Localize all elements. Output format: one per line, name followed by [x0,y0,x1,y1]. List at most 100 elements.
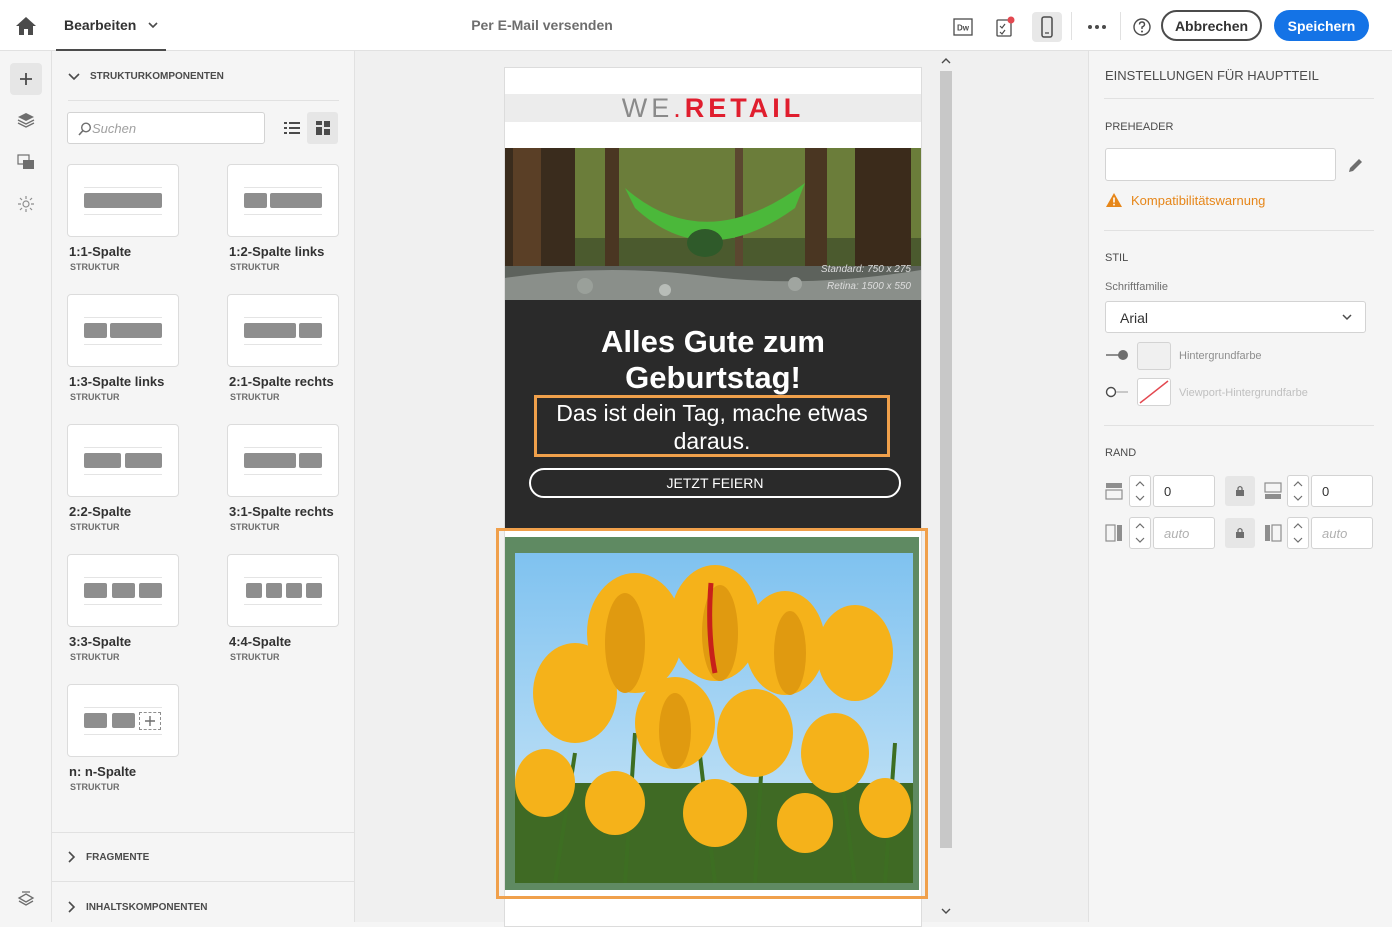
email-preview: WE.RETAIL Standard: 750 x 275 Retina: 15… [496,67,928,927]
layers-icon[interactable] [10,104,42,136]
canvas-scrollbar[interactable] [938,55,952,918]
structure-section-header[interactable]: STRUKTURKOMPONENTEN [68,71,224,82]
preheader-input[interactable] [1105,148,1336,181]
scroll-down-icon[interactable] [941,907,951,915]
margin-right-value[interactable]: auto [1311,517,1373,549]
fragments-section-header[interactable]: FRAGMENTE [68,851,149,863]
no-color-icon [1139,380,1169,404]
cancel-button[interactable]: Abbrechen [1161,10,1262,41]
column-block [246,583,262,598]
personalization-icon[interactable] [10,188,42,220]
scroll-thumb[interactable] [940,71,952,848]
chevron-right-icon [68,901,76,913]
column-block [244,323,296,338]
column-block [110,323,162,338]
save-button[interactable]: Speichern [1274,10,1369,41]
column-block [299,323,322,338]
hero-retina-note: Retina: 1500 x 550 [827,281,911,292]
help-icon[interactable] [1127,12,1157,42]
cta-button[interactable]: JETZT FEIERN [529,468,901,498]
search-placeholder: Suchen [92,121,137,136]
margin-left-stepper[interactable] [1129,517,1151,549]
divider [1104,230,1374,231]
column-block [112,583,135,598]
structure-card-1-3-left[interactable] [67,294,179,367]
margin-left-value[interactable]: auto [1153,517,1215,549]
bg-color-swatch[interactable] [1137,342,1171,370]
viewport-bg-toggle[interactable] [1105,386,1129,398]
logo-retail: RETAIL [684,93,805,123]
more-icon[interactable] [1082,12,1112,42]
structure-card-2-1-right[interactable] [227,294,339,367]
logo-dot: . [673,93,685,123]
column-block [266,583,282,598]
warning-text: Kompatibilitätswarnung [1131,192,1266,208]
layers-stack-icon[interactable] [10,884,42,916]
margin-bottom-stepper[interactable] [1287,475,1309,507]
search-icon [78,122,92,136]
preheader-label: PREHEADER [1105,121,1174,133]
margin-bottom-value[interactable]: 0 [1311,475,1373,507]
structure-card-3-3[interactable] [67,554,179,627]
scroll-up-icon[interactable] [941,57,951,65]
bg-color-toggle[interactable] [1105,349,1129,361]
structure-card-1-1[interactable] [67,164,179,237]
divider [1104,98,1374,99]
dreamweaver-icon[interactable]: Dw [948,12,978,42]
edit-pencil-icon[interactable] [1347,156,1365,174]
structure-card-1-2-left[interactable] [227,164,339,237]
chevron-right-icon [68,851,76,863]
add-column-icon [139,712,161,730]
card-subtitle: STRUKTUR [230,262,280,272]
stepper-arrows-icon [1135,481,1145,501]
subline-selected[interactable]: Das ist dein Tag, mache etwas daraus. [534,395,890,457]
mobile-preview-icon[interactable] [1032,12,1062,42]
toolbar-divider [1071,12,1072,40]
bg-color-label: Hintergrundfarbe [1179,350,1262,362]
headline[interactable]: Alles Gute zum Geburtstag! [525,324,901,396]
forest-hammock-image [505,148,921,300]
search-input[interactable]: Suchen [67,112,265,144]
top-bar: Bearbeiten Per E-Mail versenden Dw Abbre… [0,0,1392,51]
column-block [84,583,107,598]
brand-logo[interactable]: WE.RETAIL [505,94,921,122]
margin-top-value[interactable]: 0 [1153,475,1215,507]
compatibility-warning[interactable]: Kompatibilitätswarnung [1105,192,1265,208]
margin-right-stepper[interactable] [1287,517,1309,549]
lock-icon[interactable] [1225,518,1255,548]
grid-view-icon[interactable] [307,112,338,144]
warning-icon [1106,193,1122,207]
column-block [84,193,162,208]
settings-panel: EINSTELLUNGEN FÜR HAUPTTEIL PREHEADER Ko… [1088,51,1392,922]
hero-image[interactable]: Standard: 750 x 275 Retina: 1500 x 550 [505,148,921,300]
font-family-value: Arial [1120,310,1149,326]
assets-icon[interactable] [10,146,42,178]
structure-card-4-4[interactable] [227,554,339,627]
list-view-icon[interactable] [276,112,307,144]
text-block[interactable]: Alles Gute zum Geburtstag! Das ist dein … [505,300,921,530]
structure-card-n-n[interactable] [67,684,179,757]
style-label: STIL [1105,252,1129,264]
column-block [84,713,107,728]
page-title: Per E-Mail versenden [471,17,613,33]
chevron-down-icon [68,72,80,80]
column-block [244,453,296,468]
card-subtitle: STRUKTUR [70,522,120,532]
viewport-bg-swatch[interactable] [1137,378,1171,406]
checklist-icon[interactable] [990,12,1020,42]
margin-label: RAND [1105,447,1137,459]
margin-top-stepper[interactable] [1129,475,1151,507]
structure-card-3-1-right[interactable] [227,424,339,497]
email-canvas: WE.RETAIL Standard: 750 x 275 Retina: 15… [355,51,1088,927]
tulips-image[interactable] [515,553,913,883]
card-subtitle: STRUKTUR [230,392,280,402]
font-family-select[interactable]: Arial [1105,301,1366,333]
add-icon[interactable] [10,63,42,95]
content-section-header[interactable]: INHALTSKOMPONENTEN [68,901,207,913]
structure-card-2-2[interactable] [67,424,179,497]
lock-icon[interactable] [1225,476,1255,506]
image-block-selected[interactable] [496,528,928,899]
column-block [244,193,267,208]
card-title: 1:3-Spalte links [69,374,165,389]
margin-top-icon [1105,483,1123,500]
